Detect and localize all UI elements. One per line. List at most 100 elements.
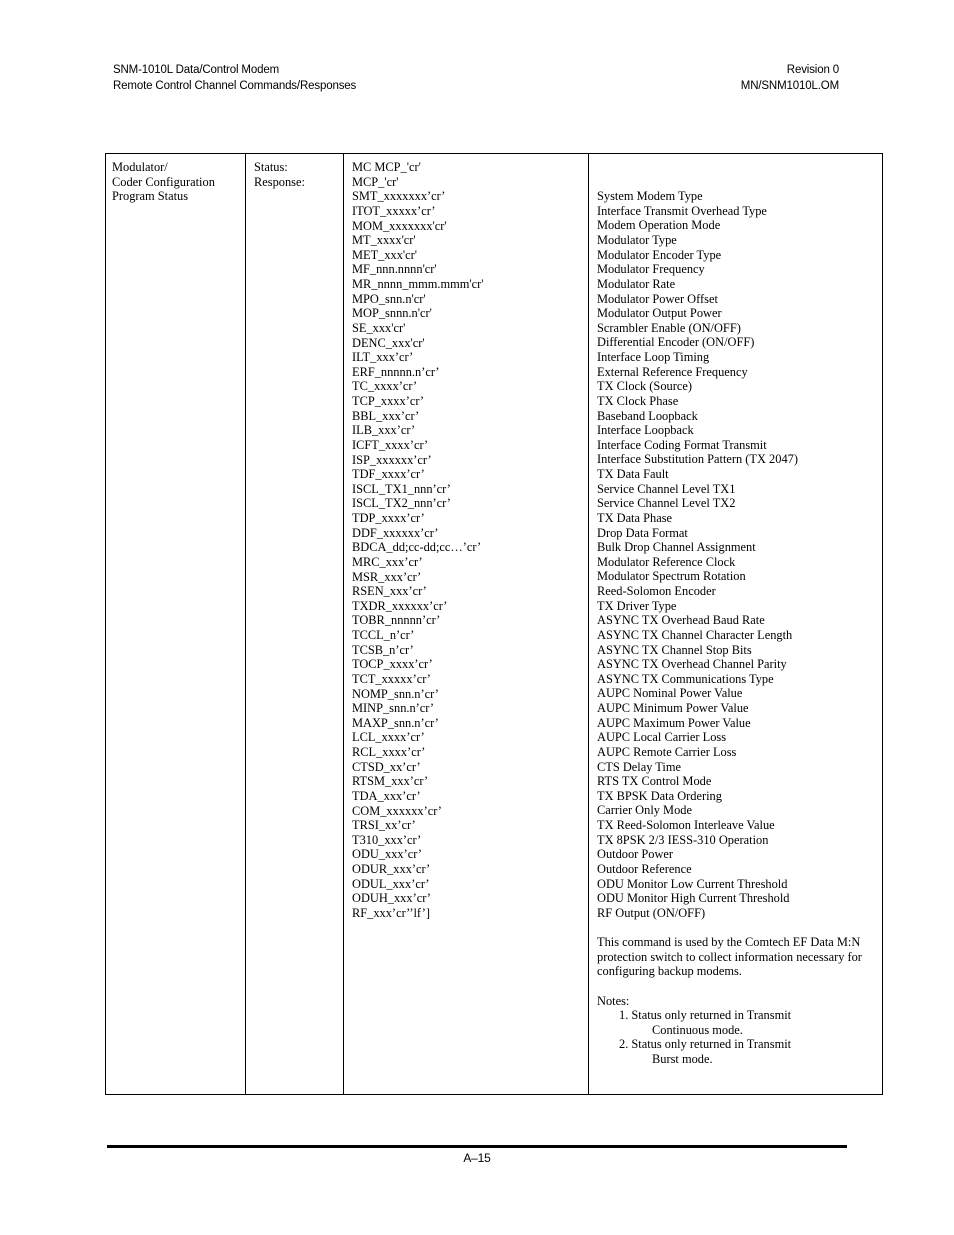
command-string: DENC_xxx'cr' [352,335,425,350]
header-document-title: SNM-1010L Data/Control Modem [113,64,280,76]
command-string: MOM_xxxxxxx'cr' [352,218,447,233]
command-description: AUPC Minimum Power Value [597,701,749,716]
command-string: ODUH_xxx’cr’ [352,891,431,906]
command-name-line-1: Modulator/ [112,160,168,174]
footer-rule [107,1145,847,1148]
command-description: Modulator Reference Clock [597,554,736,569]
command-string: MPO_snn.n'cr' [352,291,426,306]
command-string: ISP_xxxxxx’cr’ [352,452,432,467]
command-string: BBL_xxx’cr’ [352,408,420,423]
note-item: 2. Status only returned in Transmit [619,1037,792,1052]
command-string: TXDR_xxxxxx’cr’ [352,598,448,613]
command-description: Modulator Power Offset [597,291,718,306]
command-description: CTS Delay Time [597,759,681,774]
command-string: BDCA_dd;cc-dd;cc…’cr’ [352,540,482,555]
command-string: TCT_xxxxx’cr’ [352,671,431,686]
command-string: LCL_xxxx’cr’ [352,730,425,745]
command-description: Carrier Only Mode [597,803,692,818]
footer-page-number: A–15 [463,1151,491,1165]
command-string: MAXP_snn.n’cr’ [352,715,439,730]
command-string: TC_xxxx’cr’ [352,379,418,394]
notes-heading: Notes: [597,993,630,1008]
notes-paragraph: This command is used by the Comtech EF D… [597,935,862,979]
message-type-response-label: Response: [254,174,305,189]
command-string: TDA_xxx’cr’ [352,788,421,803]
command-string: MOP_snnn.n'cr' [352,306,432,321]
command-string-list: MC MCP_'cr' MCP_'cr' SMT_xxxxxxx’cr’ ITOT_x… [352,160,588,921]
command-string: TRSI_xx’cr’ [352,818,416,833]
command-string: ERF_nnnnn.n’cr’ [352,364,440,379]
message-type-status-label: Status: [254,160,288,174]
command-description: Modulator Type [597,233,677,248]
command-string: RSEN_xxx’cr’ [352,584,427,599]
command-string: CTSD_xx’cr’ [352,759,421,774]
command-string: T310_xxx’cr’ [352,832,422,847]
command-string: MSR_xxx’cr’ [352,569,422,584]
command-description: Modulator Spectrum Rotation [597,569,746,584]
table-cell-descriptions: System Modem Type Interface Transmit Over… [589,154,882,1094]
command-description: External Reference Frequency [597,364,748,379]
command-string: MET_xxx'cr' [352,247,418,262]
command-description: System Modem Type [597,189,703,204]
command-description: AUPC Local Carrier Loss [597,730,727,745]
command-description: ASYNC TX Communications Type [597,671,774,686]
command-string: TOCP_xxxx’cr’ [352,657,433,672]
command-name-line-3: Program Status [112,189,189,204]
command-string: ITOT_xxxxx’cr’ [352,203,436,218]
command-description: Interface Substitution Pattern (TX 2047) [597,452,798,467]
command-description: TX Driver Type [597,598,677,613]
command-string: ODUR_xxx’cr’ [352,862,431,876]
notes-block: This command is used by the Comtech EF D… [597,935,882,1067]
command-description: ODU Monitor High Current Threshold [597,891,790,906]
notes-spacer [597,979,882,994]
notes-item-list: 1. Status only returned in Transmit Conti… [597,1008,882,1067]
table-cell-message-type: Status: Response: [246,154,344,1094]
command-description: TX Data Phase [597,510,673,525]
command-description: Interface Transmit Overhead Type [597,203,767,218]
command-description: Modem Operation Mode [597,218,721,233]
command-description: RTS TX Control Mode [597,774,712,789]
command-string: MT_xxxx'cr' [352,233,416,248]
command-string: MCP_'cr' [352,174,399,189]
header-manual-number: MN/SNM1010L.OM [740,80,839,92]
table-cell-command-name: Modulator/ Coder Configuration Program S… [106,154,246,1094]
command-string: ILB_xxx’cr’ [352,423,416,438]
command-description: Scrambler Enable (ON/OFF) [597,320,741,335]
description-list: System Modem Type Interface Transmit Over… [597,189,882,920]
command-string: MF_nnn.nnnn'cr' [352,262,437,277]
command-string: ICFT_xxxx’cr’ [352,437,429,452]
command-description: RF Output (ON/OFF) [597,905,706,920]
command-description: ASYNC TX Channel Character Length [597,627,793,642]
command-string: ODUL_xxx’cr’ [352,876,430,891]
command-description: TX BPSK Data Ordering [597,788,722,803]
command-description: ASYNC TX Overhead Baud Rate [597,613,765,628]
command-string: TDP_xxxx’cr’ [352,511,425,525]
command-string: TDF_xxxx’cr’ [352,467,425,482]
header-revision: Revision 0 [786,64,839,76]
command-description: Modulator Frequency [597,262,705,277]
header-document-subtitle: Remote Control Channel Commands/Response… [113,80,357,92]
command-string: MRC_xxx’cr’ [352,554,423,569]
command-description: Interface Loop Timing [597,350,710,365]
note-item-continuation: Continuous mode. [652,1022,743,1037]
command-string: RTSM_xxx’cr’ [352,774,429,789]
command-string: SE_xxx'cr' [352,320,406,335]
command-string: TCP_xxxx’cr’ [352,394,425,408]
command-string: ILT_xxx’cr’ [352,350,414,365]
command-string: MC MCP_'cr' [352,160,421,174]
header-right: Revision 0 MN/SNM1010L.OM [741,62,839,94]
command-string: RF_xxx’cr’’lf’] [352,905,430,920]
command-description: AUPC Nominal Power Value [597,686,743,701]
note-item-continuation: Burst mode. [652,1052,713,1067]
command-description: Differential Encoder (ON/OFF) [597,335,755,350]
note-item: 1. Status only returned in Transmit [619,1008,792,1023]
command-string: TCCL_n’cr’ [352,628,415,642]
command-string: TOBR_nnnnn’cr’ [352,613,441,628]
command-description: AUPC Remote Carrier Loss [597,744,737,759]
command-reference-table: Modulator/ Coder Configuration Program S… [105,153,883,1095]
command-description: TX Reed-Solomon Interleave Value [597,818,775,833]
command-string: MINP_snn.n’cr’ [352,701,435,716]
command-description: ODU Monitor Low Current Threshold [597,876,788,891]
command-description: ASYNC TX Channel Stop Bits [597,642,752,657]
description-top-spacer [597,160,882,189]
